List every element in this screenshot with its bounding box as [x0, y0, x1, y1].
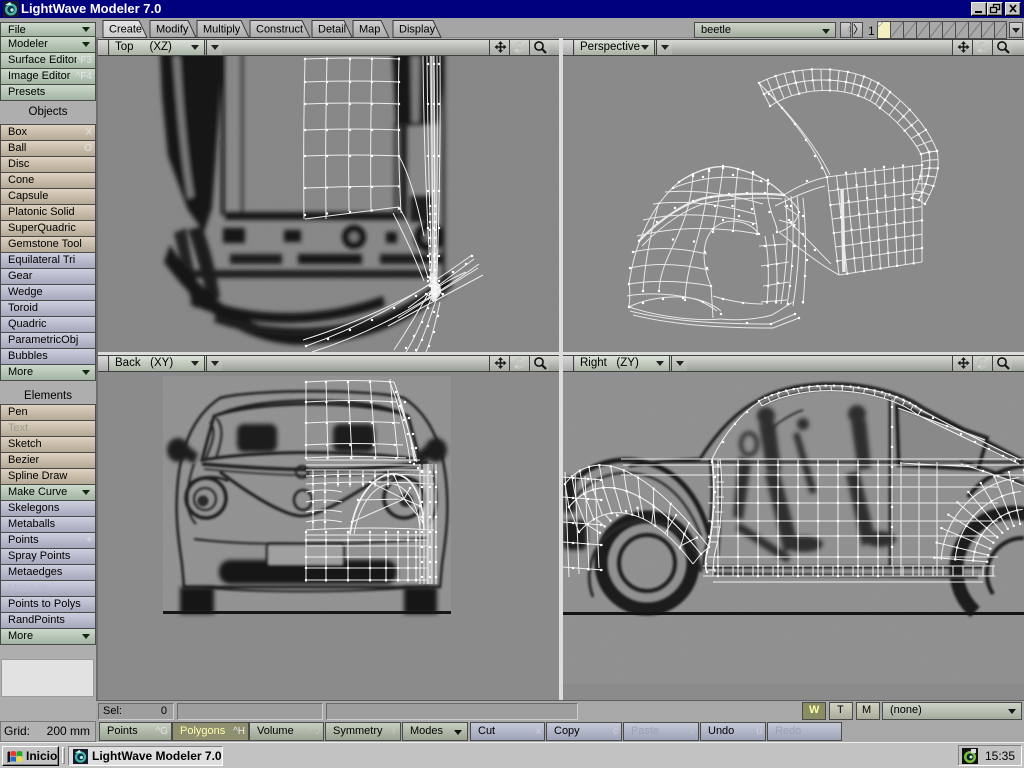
- svg-text:Construct: Construct: [256, 24, 303, 36]
- svg-text:Create: Create: [109, 24, 142, 36]
- svg-text:Detail: Detail: [318, 24, 346, 36]
- svg-text:Modify: Modify: [156, 24, 189, 36]
- svg-text:Multiply: Multiply: [203, 24, 241, 36]
- svg-text:Display: Display: [399, 24, 436, 36]
- svg-text:Map: Map: [359, 24, 380, 36]
